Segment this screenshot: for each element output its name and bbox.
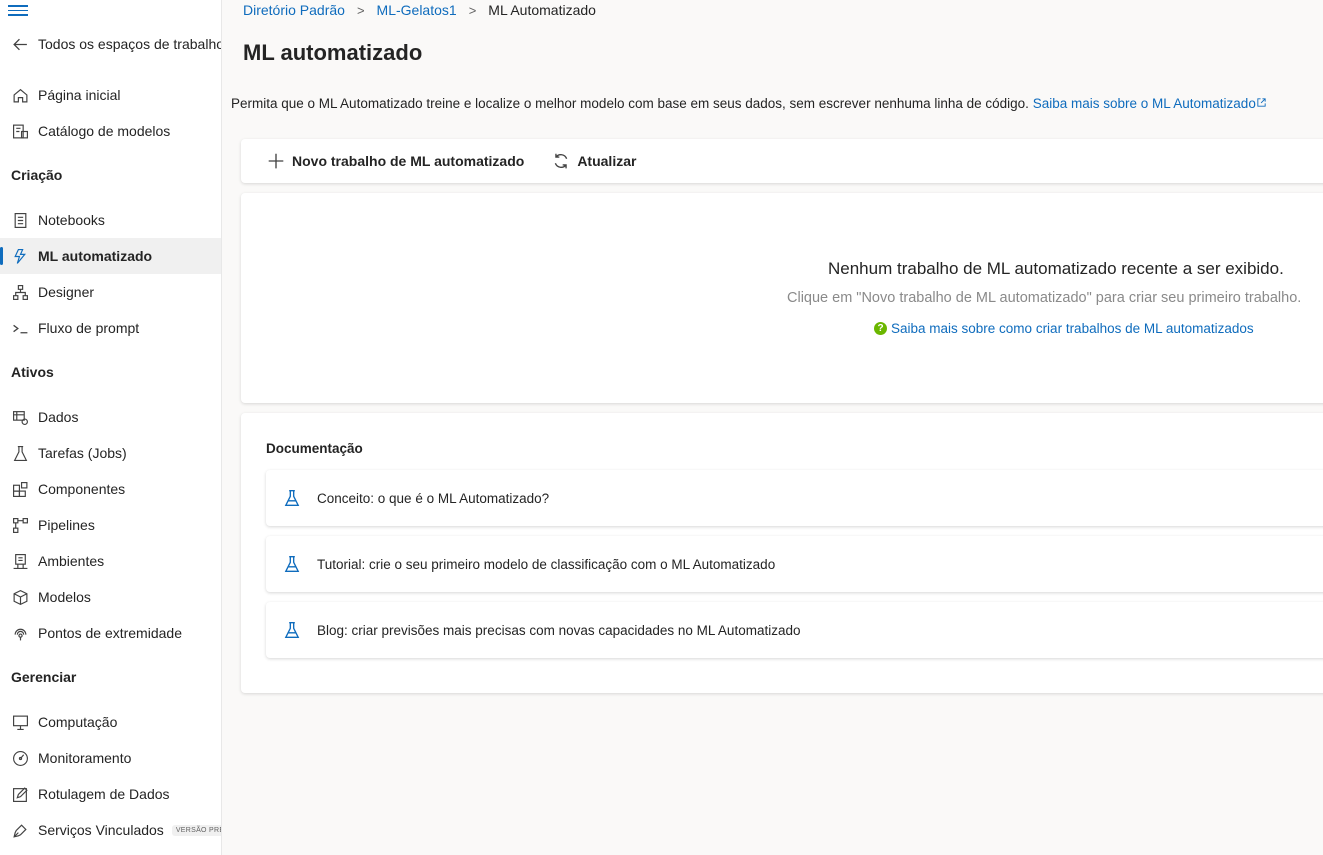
sidebar-item-models[interactable]: Modelos: [0, 579, 221, 615]
doc-item-label: Conceito: o que é o ML Automatizado?: [317, 490, 550, 506]
doc-item-tutorial[interactable]: Tutorial: crie o seu primeiro modelo de …: [266, 536, 1323, 592]
sidebar-item-label: Computação: [38, 714, 118, 730]
sidebar-item-prompt-flow[interactable]: Fluxo de prompt: [0, 310, 221, 346]
description-text: Permita que o ML Automatizado treine e l…: [231, 96, 1029, 111]
breadcrumb: Diretório Padrão > ML-Gelatos1 > ML Auto…: [243, 2, 596, 18]
toolbar: Novo trabalho de ML automatizado Atualiz…: [241, 139, 1323, 183]
sidebar-item-model-catalog[interactable]: Catálogo de modelos: [0, 113, 221, 149]
sidebar-item-label: Dados: [38, 409, 79, 425]
sidebar-item-designer[interactable]: Designer: [0, 274, 221, 310]
empty-state-card: Nenhum trabalho de ML automatizado recen…: [241, 193, 1323, 403]
sidebar-item-home[interactable]: Página inicial: [0, 77, 221, 113]
automl-icon: [11, 247, 29, 265]
breadcrumb-default-directory[interactable]: Diretório Padrão: [243, 2, 345, 18]
sidebar-item-components[interactable]: Componentes: [0, 471, 221, 507]
flask-icon: [11, 444, 29, 462]
link-icon: [11, 821, 29, 839]
sidebar: Todos os espaços de trabalho Página inic…: [0, 0, 222, 855]
cube-icon: [11, 588, 29, 606]
breadcrumb-current: ML Automatizado: [488, 2, 596, 18]
learn-create-jobs-label: Saiba mais sobre como criar trabalhos de…: [891, 321, 1254, 336]
help-icon: ?: [874, 322, 887, 335]
sidebar-item-label: Ambientes: [38, 553, 105, 569]
designer-icon: [11, 283, 29, 301]
empty-state-subtitle: Clique em "Novo trabalho de ML automatiz…: [787, 290, 1302, 306]
learn-create-jobs-link[interactable]: ? Saiba mais sobre como criar trabalhos …: [874, 321, 1254, 336]
flask-icon: [284, 622, 300, 638]
sidebar-item-data[interactable]: Dados: [0, 399, 221, 435]
preview-badge: VERSÃO PRÉVIA: [171, 824, 221, 836]
page-title: ML automatizado: [243, 40, 423, 65]
sidebar-item-label: Catálogo de modelos: [38, 123, 171, 139]
flask-icon: [284, 556, 300, 572]
section-title-manage: Gerenciar: [11, 669, 77, 685]
learn-more-label: Saiba mais sobre o ML Automatizado: [1032, 96, 1256, 111]
documentation-title: Documentação: [266, 441, 363, 456]
plus-icon: [268, 153, 284, 169]
sidebar-item-jobs[interactable]: Tarefas (Jobs): [0, 435, 221, 471]
prompt-flow-icon: [11, 319, 29, 337]
learn-more-automl-link[interactable]: Saiba mais sobre o ML Automatizado: [1033, 96, 1267, 111]
sidebar-item-data-labeling[interactable]: Rotulagem de Dados: [0, 776, 221, 812]
sidebar-item-label: Página inicial: [38, 87, 121, 103]
sidebar-item-label: ML automatizado: [38, 248, 153, 264]
sidebar-item-endpoints[interactable]: Pontos de extremidade: [0, 615, 221, 651]
chevron-right-icon: >: [356, 2, 365, 18]
environment-icon: [11, 552, 29, 570]
flask-icon: [284, 490, 300, 506]
chevron-right-icon: >: [468, 2, 477, 18]
sidebar-item-label: Pontos de extremidade: [38, 625, 182, 641]
arrow-left-icon: [11, 35, 29, 53]
sidebar-item-linked-services[interactable]: Serviços Vinculados VERSÃO PRÉVIA: [0, 812, 221, 848]
sidebar-item-label: Componentes: [38, 481, 126, 497]
sidebar-item-label: Tarefas (Jobs): [38, 445, 127, 461]
doc-item-label: Tutorial: crie o seu primeiro modelo de …: [317, 556, 776, 572]
gauge-icon: [11, 749, 29, 767]
documentation-card: Documentação Conceito: o que é o ML Auto…: [241, 413, 1323, 693]
breadcrumb-workspace[interactable]: ML-Gelatos1: [377, 2, 457, 18]
sidebar-item-label: Rotulagem de Dados: [38, 786, 170, 802]
doc-item-concept[interactable]: Conceito: o que é o ML Automatizado?: [266, 470, 1323, 526]
refresh-label: Atualizar: [577, 153, 637, 169]
sidebar-item-label: Pipelines: [38, 517, 95, 533]
page-description: Permita que o ML Automatizado treine e l…: [231, 96, 1267, 111]
sidebar-item-label: Modelos: [38, 589, 91, 605]
sidebar-item-label: Designer: [38, 284, 95, 300]
sidebar-item-label: Serviços Vinculados: [38, 822, 164, 838]
sidebar-item-pipelines[interactable]: Pipelines: [0, 507, 221, 543]
components-icon: [11, 480, 29, 498]
new-job-label: Novo trabalho de ML automatizado: [292, 153, 525, 169]
sidebar-item-compute[interactable]: Computação: [0, 704, 221, 740]
refresh-icon: [555, 153, 568, 169]
sidebar-item-monitoring[interactable]: Monitoramento: [0, 740, 221, 776]
back-to-workspaces[interactable]: Todos os espaços de trabalho: [0, 26, 222, 62]
endpoint-icon: [11, 624, 29, 642]
doc-item-blog[interactable]: Blog: criar previsões mais precisas com …: [266, 602, 1323, 658]
external-link-icon: [1257, 98, 1266, 107]
sidebar-item-notebooks[interactable]: Notebooks: [0, 202, 221, 238]
notebook-icon: [11, 211, 29, 229]
data-icon: [11, 408, 29, 426]
compute-icon: [11, 713, 29, 731]
sidebar-item-automl[interactable]: ML automatizado: [0, 238, 221, 274]
pipeline-icon: [11, 516, 29, 534]
home-icon: [11, 86, 29, 104]
empty-state-title: Nenhum trabalho de ML automatizado recen…: [828, 259, 1284, 278]
refresh-button[interactable]: Atualizar: [552, 152, 636, 170]
sidebar-item-label: Notebooks: [38, 212, 105, 228]
sidebar-item-environments[interactable]: Ambientes: [0, 543, 221, 579]
section-title-assets: Ativos: [11, 364, 54, 380]
doc-item-label: Blog: criar previsões mais precisas com …: [317, 622, 801, 638]
sidebar-item-label: Monitoramento: [38, 750, 132, 766]
model-catalog-icon: [11, 122, 29, 140]
main-content: Diretório Padrão > ML-Gelatos1 > ML Auto…: [223, 0, 1323, 855]
new-automl-job-button[interactable]: Novo trabalho de ML automatizado: [267, 152, 524, 170]
sidebar-item-label: Fluxo de prompt: [38, 320, 140, 336]
back-label: Todos os espaços de trabalho: [38, 36, 222, 52]
hamburger-menu-icon[interactable]: [8, 2, 28, 18]
section-title-creation: Criação: [11, 167, 63, 183]
edit-icon: [11, 785, 29, 803]
